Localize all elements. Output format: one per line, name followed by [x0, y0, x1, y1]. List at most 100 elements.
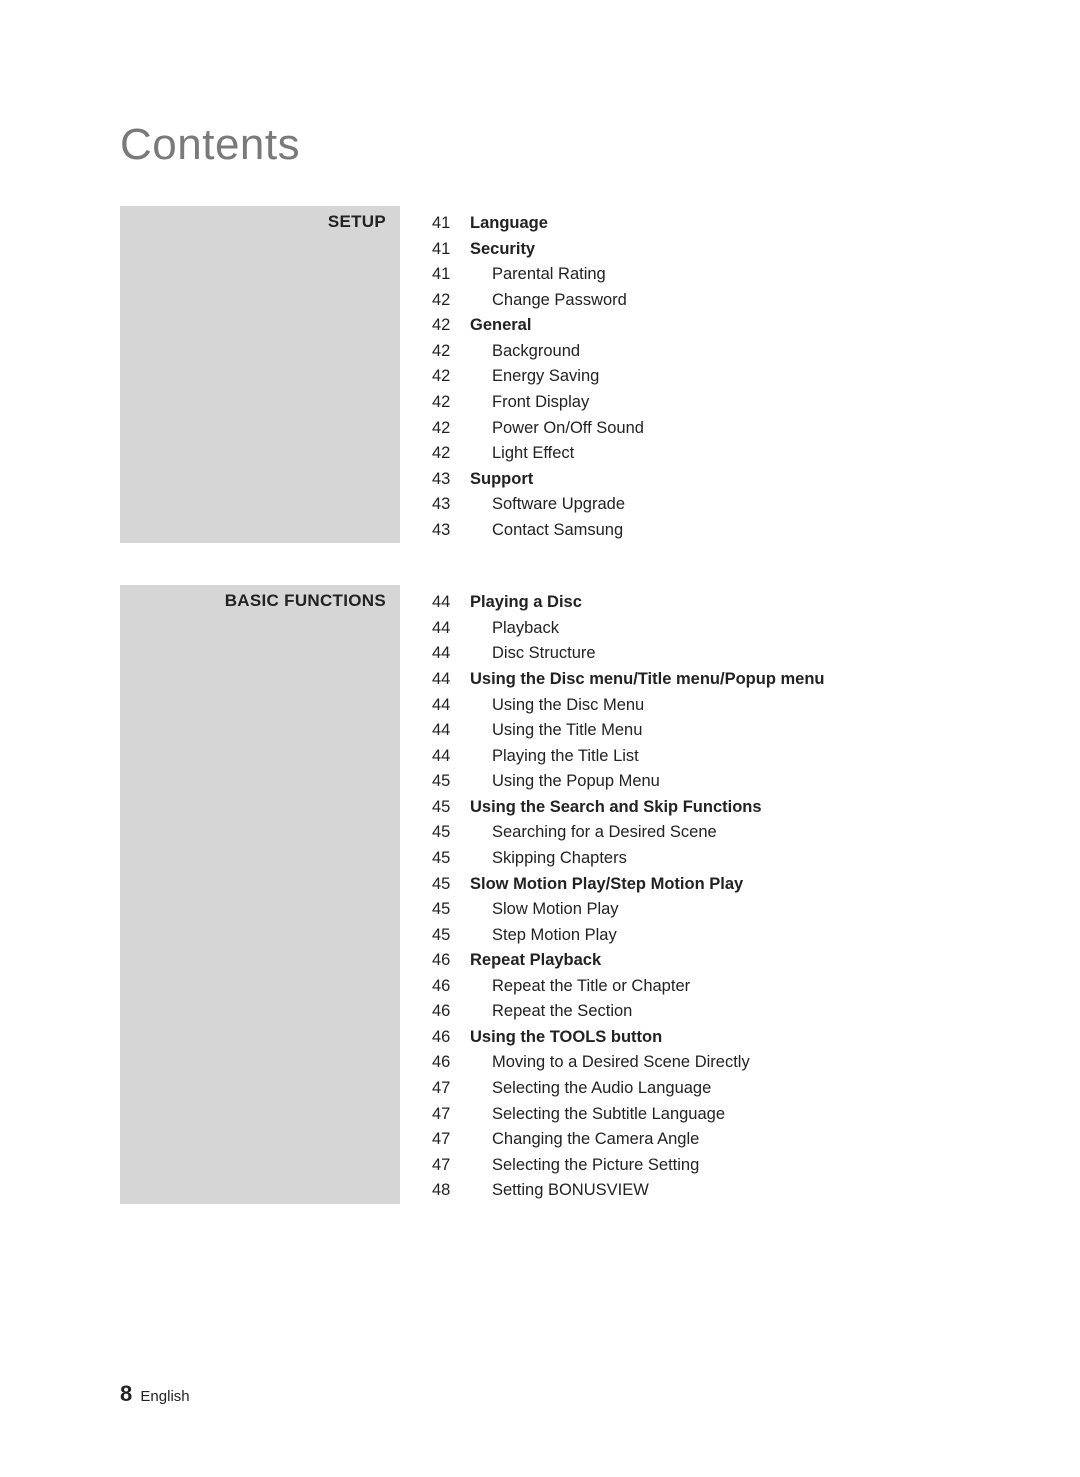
toc-row: 45 Slow Motion Play/Step Motion Play — [432, 872, 960, 898]
toc-row: 44 Using the Disc Menu — [432, 693, 960, 719]
toc-page: 42 — [432, 288, 462, 314]
toc-label: Change Password — [492, 288, 627, 314]
toc-page: 45 — [432, 820, 462, 846]
toc-row: 46Repeat the Section — [432, 999, 960, 1025]
toc-page: 42 — [432, 364, 462, 390]
toc-label: Power On/Off Sound — [492, 416, 644, 442]
toc-row: 47Selecting the Picture Setting — [432, 1153, 960, 1179]
toc-label: Slow Motion Play — [492, 897, 619, 923]
toc-page: 45 — [432, 872, 462, 898]
toc-label: Software Upgrade — [492, 492, 625, 518]
toc-label: Setting BONUSVIEW — [492, 1178, 649, 1204]
toc-row: 43 Software Upgrade — [432, 492, 960, 518]
toc-row: 46Repeat Playback — [432, 948, 960, 974]
toc-label: Playing the Title List — [492, 744, 639, 770]
toc-label: Skipping Chapters — [492, 846, 627, 872]
contents-heading: Contents — [120, 120, 960, 170]
toc-page: 42 — [432, 416, 462, 442]
toc-row: 44Playback — [432, 616, 960, 642]
toc-row: 45Skipping Chapters — [432, 846, 960, 872]
toc-page: 42 — [432, 441, 462, 467]
toc-page: 44 — [432, 744, 462, 770]
toc-row: 42 Power On/Off Sound — [432, 416, 960, 442]
toc-row: 43Contact Samsung — [432, 518, 960, 544]
toc-label: Playing a Disc — [470, 590, 582, 616]
toc-label: Support — [470, 467, 533, 493]
toc-page: 41 — [432, 211, 462, 237]
toc-page: 44 — [432, 616, 462, 642]
toc-row: 43Support — [432, 467, 960, 493]
toc-page: 45 — [432, 923, 462, 949]
toc-page: 42 — [432, 339, 462, 365]
toc-page: 44 — [432, 667, 462, 693]
toc-label: Searching for a Desired Scene — [492, 820, 717, 846]
toc-row: 44Using the Title Menu — [432, 718, 960, 744]
toc-page: 44 — [432, 693, 462, 719]
toc-page: 44 — [432, 590, 462, 616]
toc-label: Front Display — [492, 390, 589, 416]
page: Contents SETUP 41 Language 41 Security41Pare… — [0, 0, 1080, 1477]
section-body: 41Language41Security41Parental Rating42C… — [400, 206, 960, 543]
toc-section: SETUP 41 Language 41 Security41Parental Rati… — [120, 206, 960, 543]
toc-page: 46 — [432, 948, 462, 974]
toc-row: 45Slow Motion Play — [432, 897, 960, 923]
toc-row: 41Parental Rating — [432, 262, 960, 288]
toc-page: 44 — [432, 641, 462, 667]
toc-row: 47 Selecting the Subtitle Language — [432, 1102, 960, 1128]
toc-label: Repeat the Section — [492, 999, 632, 1025]
toc-row: 47 Changing the Camera Angle — [432, 1127, 960, 1153]
section-label: SETUP — [328, 212, 386, 231]
section-label: BASIC FUNCTIONS — [225, 591, 386, 610]
toc-page: 41 — [432, 237, 462, 263]
toc-row: 42 Front Display — [432, 390, 960, 416]
toc-row: 42 Light Effect — [432, 441, 960, 467]
toc-page: 47 — [432, 1127, 462, 1153]
toc-label: Language — [470, 211, 548, 237]
toc-row: 44 Playing the Title List — [432, 744, 960, 770]
toc-row: 45 Searching for a Desired Scene — [432, 820, 960, 846]
toc-label: Changing the Camera Angle — [492, 1127, 699, 1153]
toc-label: Using the Disc Menu — [492, 693, 644, 719]
toc-label: Disc Structure — [492, 641, 596, 667]
toc-row: 42 Background — [432, 339, 960, 365]
toc-label: Selecting the Picture Setting — [492, 1153, 699, 1179]
toc-row: 46Repeat the Title or Chapter — [432, 974, 960, 1000]
toc-row: 45 Step Motion Play — [432, 923, 960, 949]
toc-row: 44 Using the Disc menu/Title menu/Popup m… — [432, 667, 960, 693]
toc-label: General — [470, 313, 531, 339]
toc-label: Slow Motion Play/Step Motion Play — [470, 872, 743, 898]
toc-row: 46Using the TOOLS button — [432, 1025, 960, 1051]
toc-label: Selecting the Audio Language — [492, 1076, 711, 1102]
toc-page: 43 — [432, 492, 462, 518]
sections-container: SETUP 41 Language 41 Security41Parental Rati… — [120, 206, 960, 1204]
toc-label: Light Effect — [492, 441, 574, 467]
toc-label: Parental Rating — [492, 262, 606, 288]
toc-row: 41 Security — [432, 237, 960, 263]
toc-page: 46 — [432, 1025, 462, 1051]
toc-page: 47 — [432, 1102, 462, 1128]
toc-label: Contact Samsung — [492, 518, 623, 544]
section-label-block: BASIC FUNCTIONS — [120, 585, 400, 1204]
toc-page: 47 — [432, 1076, 462, 1102]
toc-row: 48 Setting BONUSVIEW — [432, 1178, 960, 1204]
toc-label: Security — [470, 237, 535, 263]
toc-page: 46 — [432, 974, 462, 1000]
toc-label: Step Motion Play — [492, 923, 617, 949]
page-footer: 8 English — [120, 1381, 190, 1407]
toc-label: Background — [492, 339, 580, 365]
toc-page: 42 — [432, 390, 462, 416]
section-label-block: SETUP — [120, 206, 400, 543]
toc-label: Moving to a Desired Scene Directly — [492, 1050, 750, 1076]
page-number: 8 — [120, 1381, 132, 1406]
toc-page: 48 — [432, 1178, 462, 1204]
toc-page: 45 — [432, 795, 462, 821]
toc-row: 41 Language — [432, 211, 960, 237]
toc-page: 46 — [432, 1050, 462, 1076]
toc-row: 45Using the Search and Skip Functions — [432, 795, 960, 821]
toc-label: Using the Disc menu/Title menu/Popup men… — [470, 667, 824, 693]
toc-label: Selecting the Subtitle Language — [492, 1102, 725, 1128]
toc-label: Using the Title Menu — [492, 718, 642, 744]
toc-row: 42 Change Password — [432, 288, 960, 314]
toc-page: 42 — [432, 313, 462, 339]
toc-row: 45Using the Popup Menu — [432, 769, 960, 795]
